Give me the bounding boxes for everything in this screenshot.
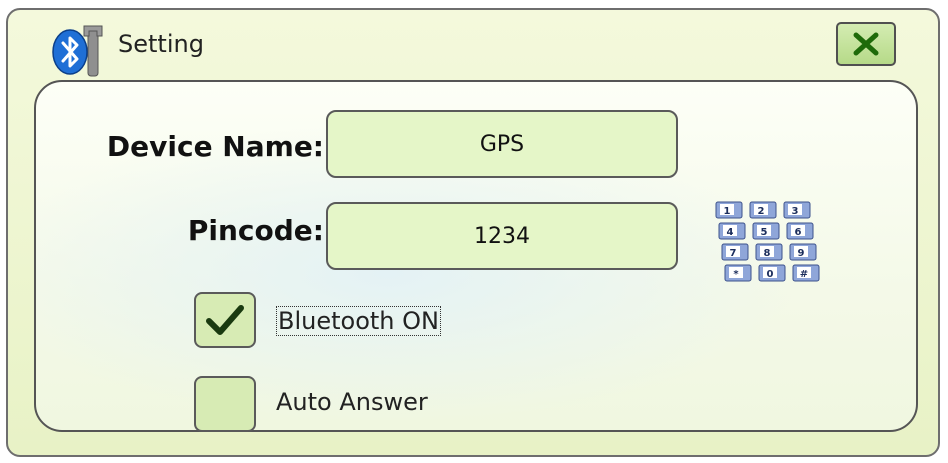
auto-answer-label[interactable]: Auto Answer [276,388,428,416]
keypad-key: 5 [752,222,780,240]
device-name-field[interactable]: GPS [326,110,678,178]
numeric-keypad-icon[interactable]: 1 2 3 4 5 6 7 8 9 * 0 # [706,196,836,288]
svg-text:*: * [733,269,739,280]
title-bar: Setting [8,10,938,80]
close-x-icon [853,32,879,56]
keypad-key: 0 [758,264,786,282]
keypad-key: # [792,264,820,282]
bluetooth-settings-icon [48,22,112,78]
svg-text:6: 6 [795,227,802,238]
window-title: Setting [118,30,204,58]
pincode-label: Pincode: [187,214,324,247]
pincode-field[interactable]: 1234 [326,202,678,270]
setting-dialog: Setting Device Name: GPS Pincode: 1234 1… [6,8,940,457]
auto-answer-checkbox[interactable] [194,376,256,432]
device-name-value: GPS [479,131,525,157]
bluetooth-on-label[interactable]: Bluetooth ON [276,306,441,336]
device-name-label: Device Name: [106,130,324,163]
checkmark-icon [206,305,244,335]
svg-text:0: 0 [767,269,774,280]
pincode-value: 1234 [474,223,530,249]
settings-panel: Device Name: GPS Pincode: 1234 123456789… [34,80,918,432]
keypad-key: 6 [786,222,814,240]
keypad-key: 8 [755,243,783,261]
keypad-key: 7 [721,243,749,261]
svg-text:4: 4 [727,227,734,238]
svg-text:8: 8 [764,248,771,259]
keypad-key: 3 [783,201,811,219]
svg-text:#: # [800,269,808,280]
keypad-key: 4 [718,222,746,240]
svg-text:2: 2 [758,206,765,217]
keypad-key: 9 [789,243,817,261]
svg-text:7: 7 [730,248,737,259]
close-button[interactable] [836,22,896,66]
keypad-key: 2 [749,201,777,219]
svg-text:5: 5 [761,227,768,238]
keypad-key: * [724,264,752,282]
keypad-key: 1 [715,201,743,219]
svg-text:1: 1 [724,206,731,217]
svg-text:9: 9 [798,248,805,259]
bluetooth-on-checkbox[interactable] [194,292,256,348]
svg-text:3: 3 [792,206,799,217]
